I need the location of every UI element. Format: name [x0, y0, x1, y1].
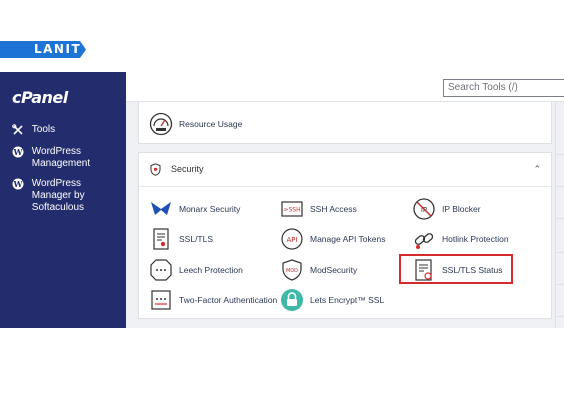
section-title: Security — [171, 164, 204, 174]
tool-label: Two-Factor Authentication — [179, 295, 278, 305]
tool-label: SSH Access — [310, 204, 357, 214]
wordpress-icon: W — [12, 146, 24, 158]
cpanel-screenshot: cPanel Tools W WordPress Management W Wo… — [0, 72, 564, 328]
tool-label: Resource Usage — [179, 119, 243, 129]
sidebar-item-label: Tools — [31, 124, 56, 135]
lanit-logo: LANIT — [0, 41, 86, 58]
sidebar-item-tools[interactable]: Tools — [12, 124, 55, 136]
security-panel-header[interactable]: Security ⌃ — [139, 153, 551, 187]
lanit-logo-text: LANIT — [34, 42, 82, 56]
svg-text:MOD: MOD — [286, 268, 298, 274]
main-content: Search Tools (/) Resource Usage Security… — [126, 72, 564, 328]
highlight-box — [399, 254, 513, 284]
sidebar: cPanel Tools W WordPress Management W Wo… — [0, 72, 126, 328]
page: LANIT cPanel Tools W WordPress Managemen… — [0, 0, 564, 400]
sidebar-item-label: WordPress Management — [31, 146, 91, 169]
two-factor-icon — [151, 290, 171, 310]
link-icon — [414, 233, 434, 249]
tool-label: Hotlink Protection — [442, 234, 509, 244]
monarx-icon — [151, 202, 171, 215]
sidebar-item-wordpress-management[interactable]: W WordPress Management — [12, 146, 112, 170]
gauge-icon — [149, 112, 173, 136]
chevron-up-icon[interactable]: ⌃ — [533, 164, 541, 175]
modsecurity-icon: MOD — [282, 259, 302, 281]
tool-label: ModSecurity — [310, 265, 358, 275]
sidebar-item-wordpress-softaculous[interactable]: W WordPress Manager by Softaculous — [12, 178, 122, 214]
api-icon: API — [281, 228, 303, 250]
tool-label: Monarx Security — [179, 204, 241, 214]
svg-text:W: W — [13, 147, 24, 157]
sidebar-item-label: WordPress Manager by Softaculous — [31, 178, 85, 213]
svg-text:>SSH: >SSH — [283, 207, 300, 214]
right-panel-edge — [555, 102, 564, 328]
lock-icon — [281, 289, 303, 311]
cpanel-logo: cPanel — [12, 88, 68, 107]
tools-icon — [12, 124, 23, 135]
ssh-icon: >SSH — [281, 201, 303, 217]
tool-label: SSL/TLS — [179, 234, 214, 244]
certificate-icon — [153, 228, 169, 250]
security-panel: Security ⌃ Monarx Security >SSH SSH Acce… — [138, 152, 552, 319]
tool-label: Leech Protection — [179, 265, 243, 275]
top-bar: Search Tools (/) — [126, 72, 564, 102]
tools-panel-general: Resource Usage — [138, 102, 552, 144]
tool-label: Manage API Tokens — [310, 234, 386, 244]
leech-icon — [150, 259, 172, 281]
svg-text:W: W — [13, 179, 24, 189]
ip-blocker-icon: IP — [413, 198, 435, 220]
wordpress-icon: W — [12, 178, 24, 190]
search-input[interactable]: Search Tools (/) — [443, 79, 564, 97]
tool-label: IP Blocker — [442, 204, 481, 214]
shield-icon — [150, 163, 161, 176]
svg-text:API: API — [286, 236, 297, 244]
tool-label: Lets Encrypt™ SSL — [310, 295, 385, 305]
